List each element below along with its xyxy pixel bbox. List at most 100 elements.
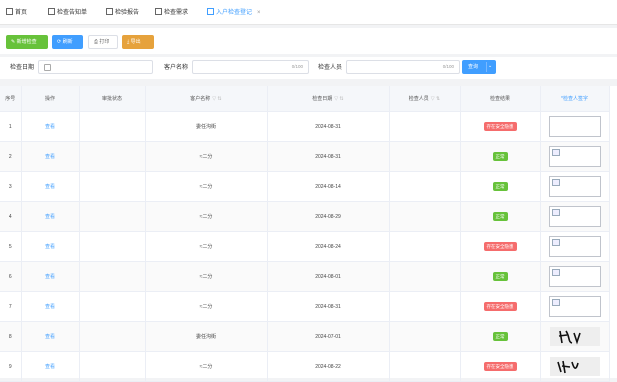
cell-index: 2 (8, 153, 12, 160)
cell-action: 查看 (21, 171, 80, 202)
cell-result: 存在安全隐患 (460, 291, 541, 322)
cell-customer: ≈二分 (145, 351, 268, 382)
customer-input[interactable]: 0/100 (192, 60, 309, 74)
col-customer[interactable]: 客户名称 ▽ ⇅ (145, 86, 268, 112)
page-icon (6, 8, 13, 15)
cell-inspector (389, 231, 461, 262)
cell-customer: ≈二分 (145, 231, 268, 262)
signature-image[interactable] (549, 327, 600, 346)
filter-sort-icon[interactable]: ▽ ⇅ (334, 96, 343, 102)
cell-date: 2024-08-31 (315, 153, 341, 160)
signature-image[interactable] (548, 146, 601, 167)
cell-date: 2024-08-31 (315, 123, 341, 130)
chevron-down-icon[interactable]: ⌄ (488, 63, 492, 69)
cell-index: 3 (8, 183, 12, 190)
signature-image[interactable] (548, 236, 601, 257)
cell-result: 正常 (460, 171, 541, 202)
table-row: 3 查看 ≈二分 2024-08-14 正常 (0, 171, 610, 202)
query-button[interactable]: 查询 ⌄ (462, 60, 496, 74)
col-action: 操作 (21, 86, 80, 112)
filter-sort-icon[interactable]: ▽ ⇅ (212, 96, 221, 102)
broken-image-icon (551, 299, 560, 306)
view-link[interactable]: 查看 (45, 244, 55, 250)
print-button[interactable]: ⎙ 打印 (88, 35, 118, 49)
signature-image[interactable] (548, 176, 601, 197)
view-link[interactable]: 查看 (45, 214, 55, 220)
table-header-row: 序号 操作 审批状态 客户名称 ▽ ⇅ 检查日期 ▽ ⇅ 检查人员 ▽ ⇅ 检查结果 … (0, 86, 610, 112)
cell-review-status (79, 351, 146, 382)
cell-customer: ≈二分 (145, 291, 268, 322)
view-link[interactable]: 查看 (45, 154, 55, 160)
col-date[interactable]: 检查日期 ▽ ⇅ (267, 86, 390, 112)
close-icon[interactable]: × (257, 10, 261, 16)
view-link[interactable]: 查看 (45, 364, 55, 370)
table-row: 1 查看 委任沟街 2024-08-31 存在安全隐患 (0, 111, 610, 142)
cell-index: 5 (0, 231, 22, 262)
cell-inspector (389, 141, 461, 172)
signature-image[interactable] (548, 266, 601, 287)
cell-review-status (79, 231, 146, 262)
tab-home[interactable]: 首页 (6, 8, 27, 18)
col-inspector[interactable]: 检查人员 ▽ ⇅ (389, 86, 461, 112)
cell-customer: ≈二分 (145, 171, 268, 202)
result-badge: 正常 (492, 332, 508, 341)
cell-review-status (79, 291, 146, 322)
cell-customer: ≈二分 (199, 244, 213, 250)
signature-image[interactable] (548, 296, 601, 317)
cell-result: 正常 (460, 141, 541, 172)
add-inspection-button[interactable]: ✎ 新增检查 (6, 35, 48, 49)
cell-action: 查看 (21, 231, 80, 262)
cell-action: 查看 (21, 291, 80, 322)
signature-image[interactable] (548, 116, 601, 137)
table-row: 7 查看 ≈二分 2024-08-31 存在安全隐患 (0, 291, 610, 322)
cell-customer: ≈二分 (199, 364, 213, 370)
cell-review-status (79, 261, 146, 292)
cell-customer: 委任沟街 (145, 111, 268, 142)
signature-image[interactable] (549, 357, 600, 376)
cell-date: 2024-08-14 (267, 171, 390, 202)
page-icon (155, 8, 162, 15)
refresh-button[interactable]: ⟳ 刷新 (52, 35, 83, 49)
table-row: 5 查看 ≈二分 2024-08-24 存在安全隐患 (0, 231, 610, 262)
cell-date: 2024-08-24 (315, 243, 341, 250)
view-link[interactable]: 查看 (45, 334, 55, 340)
cell-signature (540, 171, 610, 202)
tab-inspection-notice[interactable]: 检查告知单 (48, 8, 87, 18)
cell-action: 查看 (21, 111, 80, 142)
cell-customer: 委任沟街 (195, 334, 216, 340)
table-row: 8 查看 委任沟街 2024-07-01 正常 (0, 321, 610, 352)
result-badge: 正常 (492, 272, 508, 281)
cell-index: 7 (0, 291, 22, 322)
cell-customer: ≈二分 (199, 274, 213, 280)
view-link[interactable]: 查看 (45, 304, 55, 310)
cell-date: 2024-08-29 (315, 213, 341, 220)
cell-customer: 委任沟街 (145, 321, 268, 352)
tab-test-report[interactable]: 检验报告 (106, 8, 139, 18)
result-badge: 存在安全隐患 (483, 122, 517, 131)
col-result: 检查结果 (460, 86, 541, 112)
cell-review-status (79, 141, 146, 172)
cell-review-status (79, 321, 146, 352)
handwritten-signature (558, 330, 581, 345)
cell-inspector (389, 321, 461, 352)
export-button[interactable]: ⤓ 导出 (122, 35, 154, 49)
signature-image[interactable] (548, 206, 601, 227)
view-link[interactable]: 查看 (45, 274, 55, 280)
tab-inspection-demand[interactable]: 检查需求 (155, 8, 188, 18)
cell-signature (540, 201, 610, 232)
cell-customer: ≈二分 (199, 154, 213, 160)
cell-customer: ≈二分 (199, 214, 213, 220)
filter-sort-icon[interactable]: ▽ ⇅ (431, 96, 440, 102)
view-link[interactable]: 查看 (45, 124, 55, 130)
table-row: 6 查看 ≈二分 2024-08-01 正常 (0, 261, 610, 292)
cell-date: 2024-08-29 (267, 201, 390, 232)
tab-home-inspection-register[interactable]: 入户检查登记 × (207, 8, 261, 18)
filter-bar: 检查日期 客户名称 0/100 检查人员 0/100 查询 ⌄ (0, 57, 617, 79)
date-picker[interactable] (38, 60, 153, 74)
cell-index: 8 (8, 333, 12, 340)
result-badge: 正常 (492, 212, 508, 221)
view-link[interactable]: 查看 (45, 184, 55, 190)
inspector-input[interactable]: 0/100 (346, 60, 460, 74)
cell-date: 2024-08-22 (267, 351, 390, 382)
broken-image-icon (551, 179, 560, 186)
